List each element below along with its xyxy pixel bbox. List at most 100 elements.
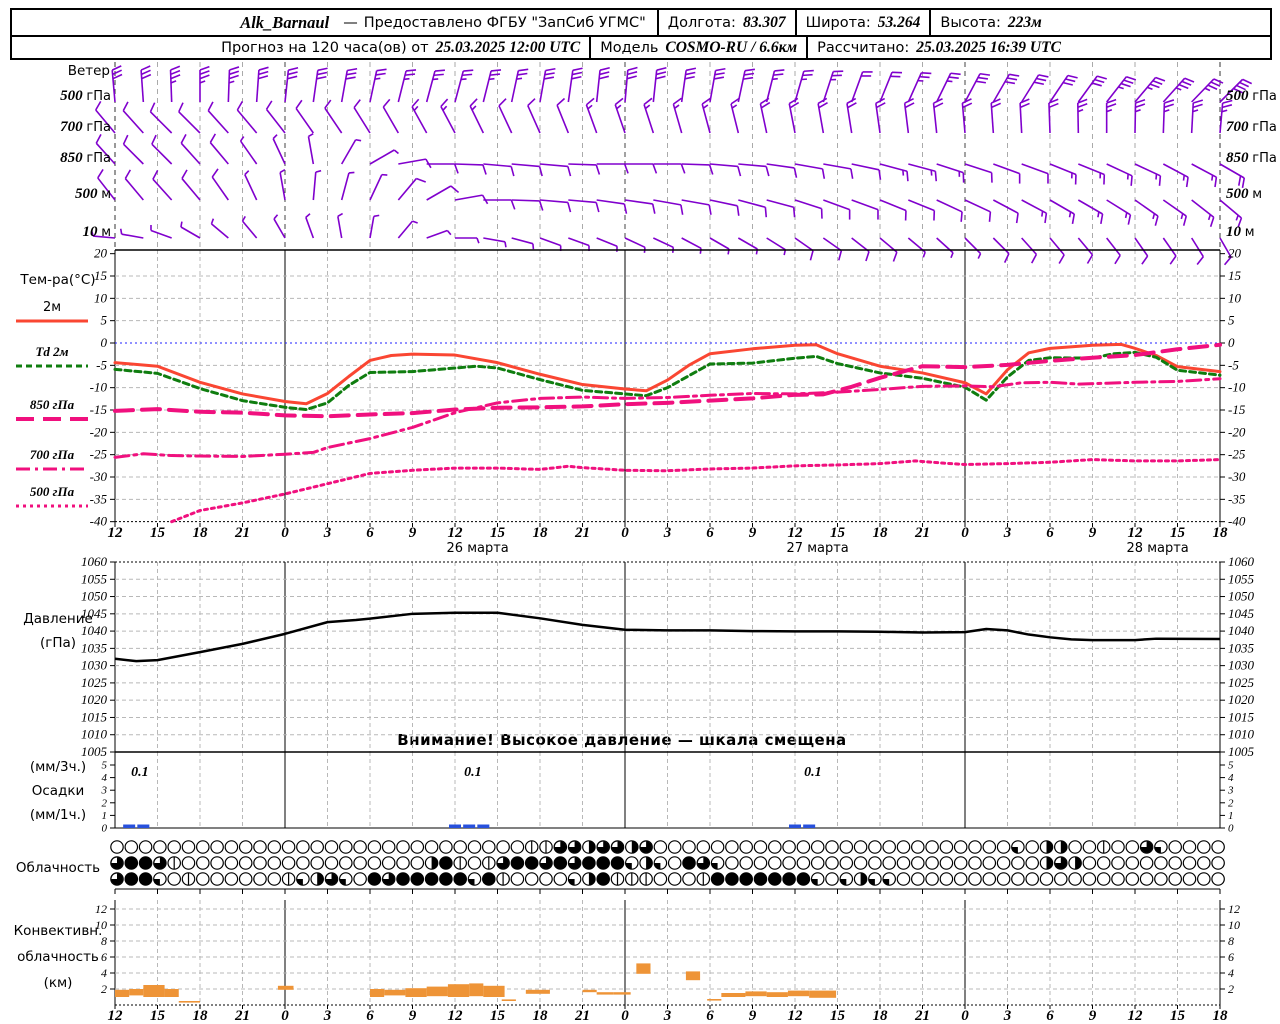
svg-text:-25: -25 — [1228, 447, 1246, 462]
convective-cloud-bar — [384, 989, 406, 996]
svg-text:20: 20 — [1228, 246, 1242, 261]
svg-text:1050: 1050 — [81, 589, 108, 604]
svg-text:500 гПа: 500 гПа — [60, 88, 111, 104]
svg-text:21: 21 — [914, 525, 930, 541]
svg-text:500 гПа: 500 гПа — [1226, 88, 1277, 104]
svg-text:850 гПа: 850 гПа — [60, 150, 111, 166]
svg-text:3: 3 — [663, 525, 672, 541]
svg-text:0.1: 0.1 — [131, 765, 149, 780]
convective-cloud-bar — [613, 992, 631, 995]
svg-text:4: 4 — [1228, 772, 1234, 784]
svg-text:9: 9 — [749, 1008, 757, 1024]
svg-text:-20: -20 — [1228, 424, 1246, 439]
wind-barbs-500м — [97, 168, 1243, 228]
svg-text:28 марта: 28 марта — [1127, 541, 1189, 556]
svg-text:0.1: 0.1 — [804, 765, 822, 780]
precip-bar — [803, 824, 816, 828]
precip-bar — [463, 824, 476, 828]
svg-text:15: 15 — [1170, 1008, 1186, 1024]
svg-text:21: 21 — [234, 525, 250, 541]
svg-text:4: 4 — [101, 966, 107, 980]
svg-text:5: 5 — [102, 760, 108, 772]
svg-text:8: 8 — [101, 934, 107, 948]
cloud-row-low — [110, 872, 1225, 886]
meteogram-chart: 500 гПа 500 гПа 700 гПа 700 гПа 850 гПа 850 г… — [60, 62, 1277, 1024]
svg-text:9: 9 — [409, 525, 417, 541]
wind-barbs-500гПа — [111, 65, 1253, 103]
svg-text:3: 3 — [101, 785, 108, 797]
convective-cloud-bar — [787, 990, 810, 997]
svg-text:12: 12 — [1228, 902, 1240, 916]
svg-text:-35: -35 — [1228, 491, 1246, 506]
svg-text:1055: 1055 — [81, 571, 108, 586]
svg-text:1010: 1010 — [81, 727, 108, 742]
svg-text:-10: -10 — [90, 380, 108, 395]
svg-text:0: 0 — [621, 525, 629, 541]
svg-text:1035: 1035 — [1228, 640, 1255, 655]
svg-text:9: 9 — [749, 525, 757, 541]
svg-text:1060: 1060 — [81, 554, 108, 569]
svg-text:10: 10 — [1228, 918, 1240, 932]
convective-cloud-bar — [582, 989, 597, 993]
svg-text:6: 6 — [366, 1008, 374, 1024]
precip-bar — [477, 824, 490, 828]
convective-cloud-bar — [469, 983, 484, 997]
svg-text:0: 0 — [101, 335, 108, 350]
svg-text:1: 1 — [1228, 810, 1234, 822]
svg-text:-5: -5 — [1228, 357, 1239, 372]
svg-text:18: 18 — [193, 525, 209, 541]
time-axis-mid: 12 15 18 21 0 3 6 9 12 15 18 21 0 3 6 9 12 15 18 21 0 3 6 9 12 15… — [108, 525, 1229, 556]
svg-text:1005: 1005 — [81, 744, 108, 759]
convective-cloud-bar — [809, 990, 837, 998]
svg-text:6: 6 — [101, 950, 107, 964]
svg-text:18: 18 — [533, 1008, 549, 1024]
svg-text:-25: -25 — [90, 447, 108, 462]
svg-text:1010: 1010 — [1228, 727, 1255, 742]
svg-text:1035: 1035 — [81, 640, 108, 655]
convective-cloud-bar — [596, 992, 614, 995]
svg-text:1045: 1045 — [81, 606, 108, 621]
svg-text:3: 3 — [1003, 1008, 1012, 1024]
svg-text:10 м: 10 м — [1226, 224, 1255, 240]
svg-text:6: 6 — [706, 1008, 714, 1024]
svg-text:-40: -40 — [1228, 514, 1246, 529]
svg-text:0: 0 — [1228, 335, 1235, 350]
svg-text:9: 9 — [409, 1008, 417, 1024]
time-axis-bottom: 12 15 18 21 0 3 6 9 12 15 18 21 0 3 6 9 12 15 18 21 0 3 6 9 12 15… — [108, 1008, 1229, 1024]
svg-text:-5: -5 — [96, 357, 107, 372]
svg-text:12: 12 — [108, 1008, 124, 1024]
svg-text:1050: 1050 — [1228, 589, 1255, 604]
svg-text:-15: -15 — [1228, 402, 1246, 417]
svg-text:1025: 1025 — [1228, 675, 1255, 690]
svg-text:1: 1 — [102, 810, 108, 822]
svg-text:1040: 1040 — [1228, 623, 1255, 638]
svg-text:18: 18 — [1213, 1008, 1229, 1024]
svg-text:18: 18 — [1213, 525, 1229, 541]
svg-text:18: 18 — [533, 525, 549, 541]
svg-text:3: 3 — [663, 1008, 672, 1024]
wind-barbs-850гПа — [95, 132, 1246, 188]
svg-text:9: 9 — [1089, 1008, 1097, 1024]
svg-text:15: 15 — [490, 1008, 506, 1024]
temp-line-t2m — [113, 342, 1222, 406]
svg-text:700 гПа: 700 гПа — [60, 119, 111, 135]
svg-text:12: 12 — [1128, 525, 1144, 541]
svg-text:6: 6 — [366, 525, 374, 541]
wind-barbs-10м — [90, 212, 1232, 266]
svg-text:15: 15 — [830, 1008, 846, 1024]
svg-text:20: 20 — [94, 246, 108, 261]
svg-text:1005: 1005 — [1228, 744, 1255, 759]
precip-bar — [137, 824, 150, 828]
svg-text:2: 2 — [101, 982, 107, 996]
svg-text:1020: 1020 — [81, 692, 108, 707]
svg-text:1015: 1015 — [1228, 709, 1255, 724]
svg-text:1040: 1040 — [81, 623, 108, 638]
svg-text:6: 6 — [1046, 525, 1054, 541]
svg-text:1015: 1015 — [81, 709, 108, 724]
svg-text:4: 4 — [102, 772, 108, 784]
convective-cloud-bar — [129, 989, 144, 996]
convective-cloud-bar — [501, 999, 516, 1001]
precip-bar — [123, 824, 136, 828]
svg-text:1055: 1055 — [1228, 571, 1255, 586]
convective-cloud-bar — [483, 985, 505, 997]
